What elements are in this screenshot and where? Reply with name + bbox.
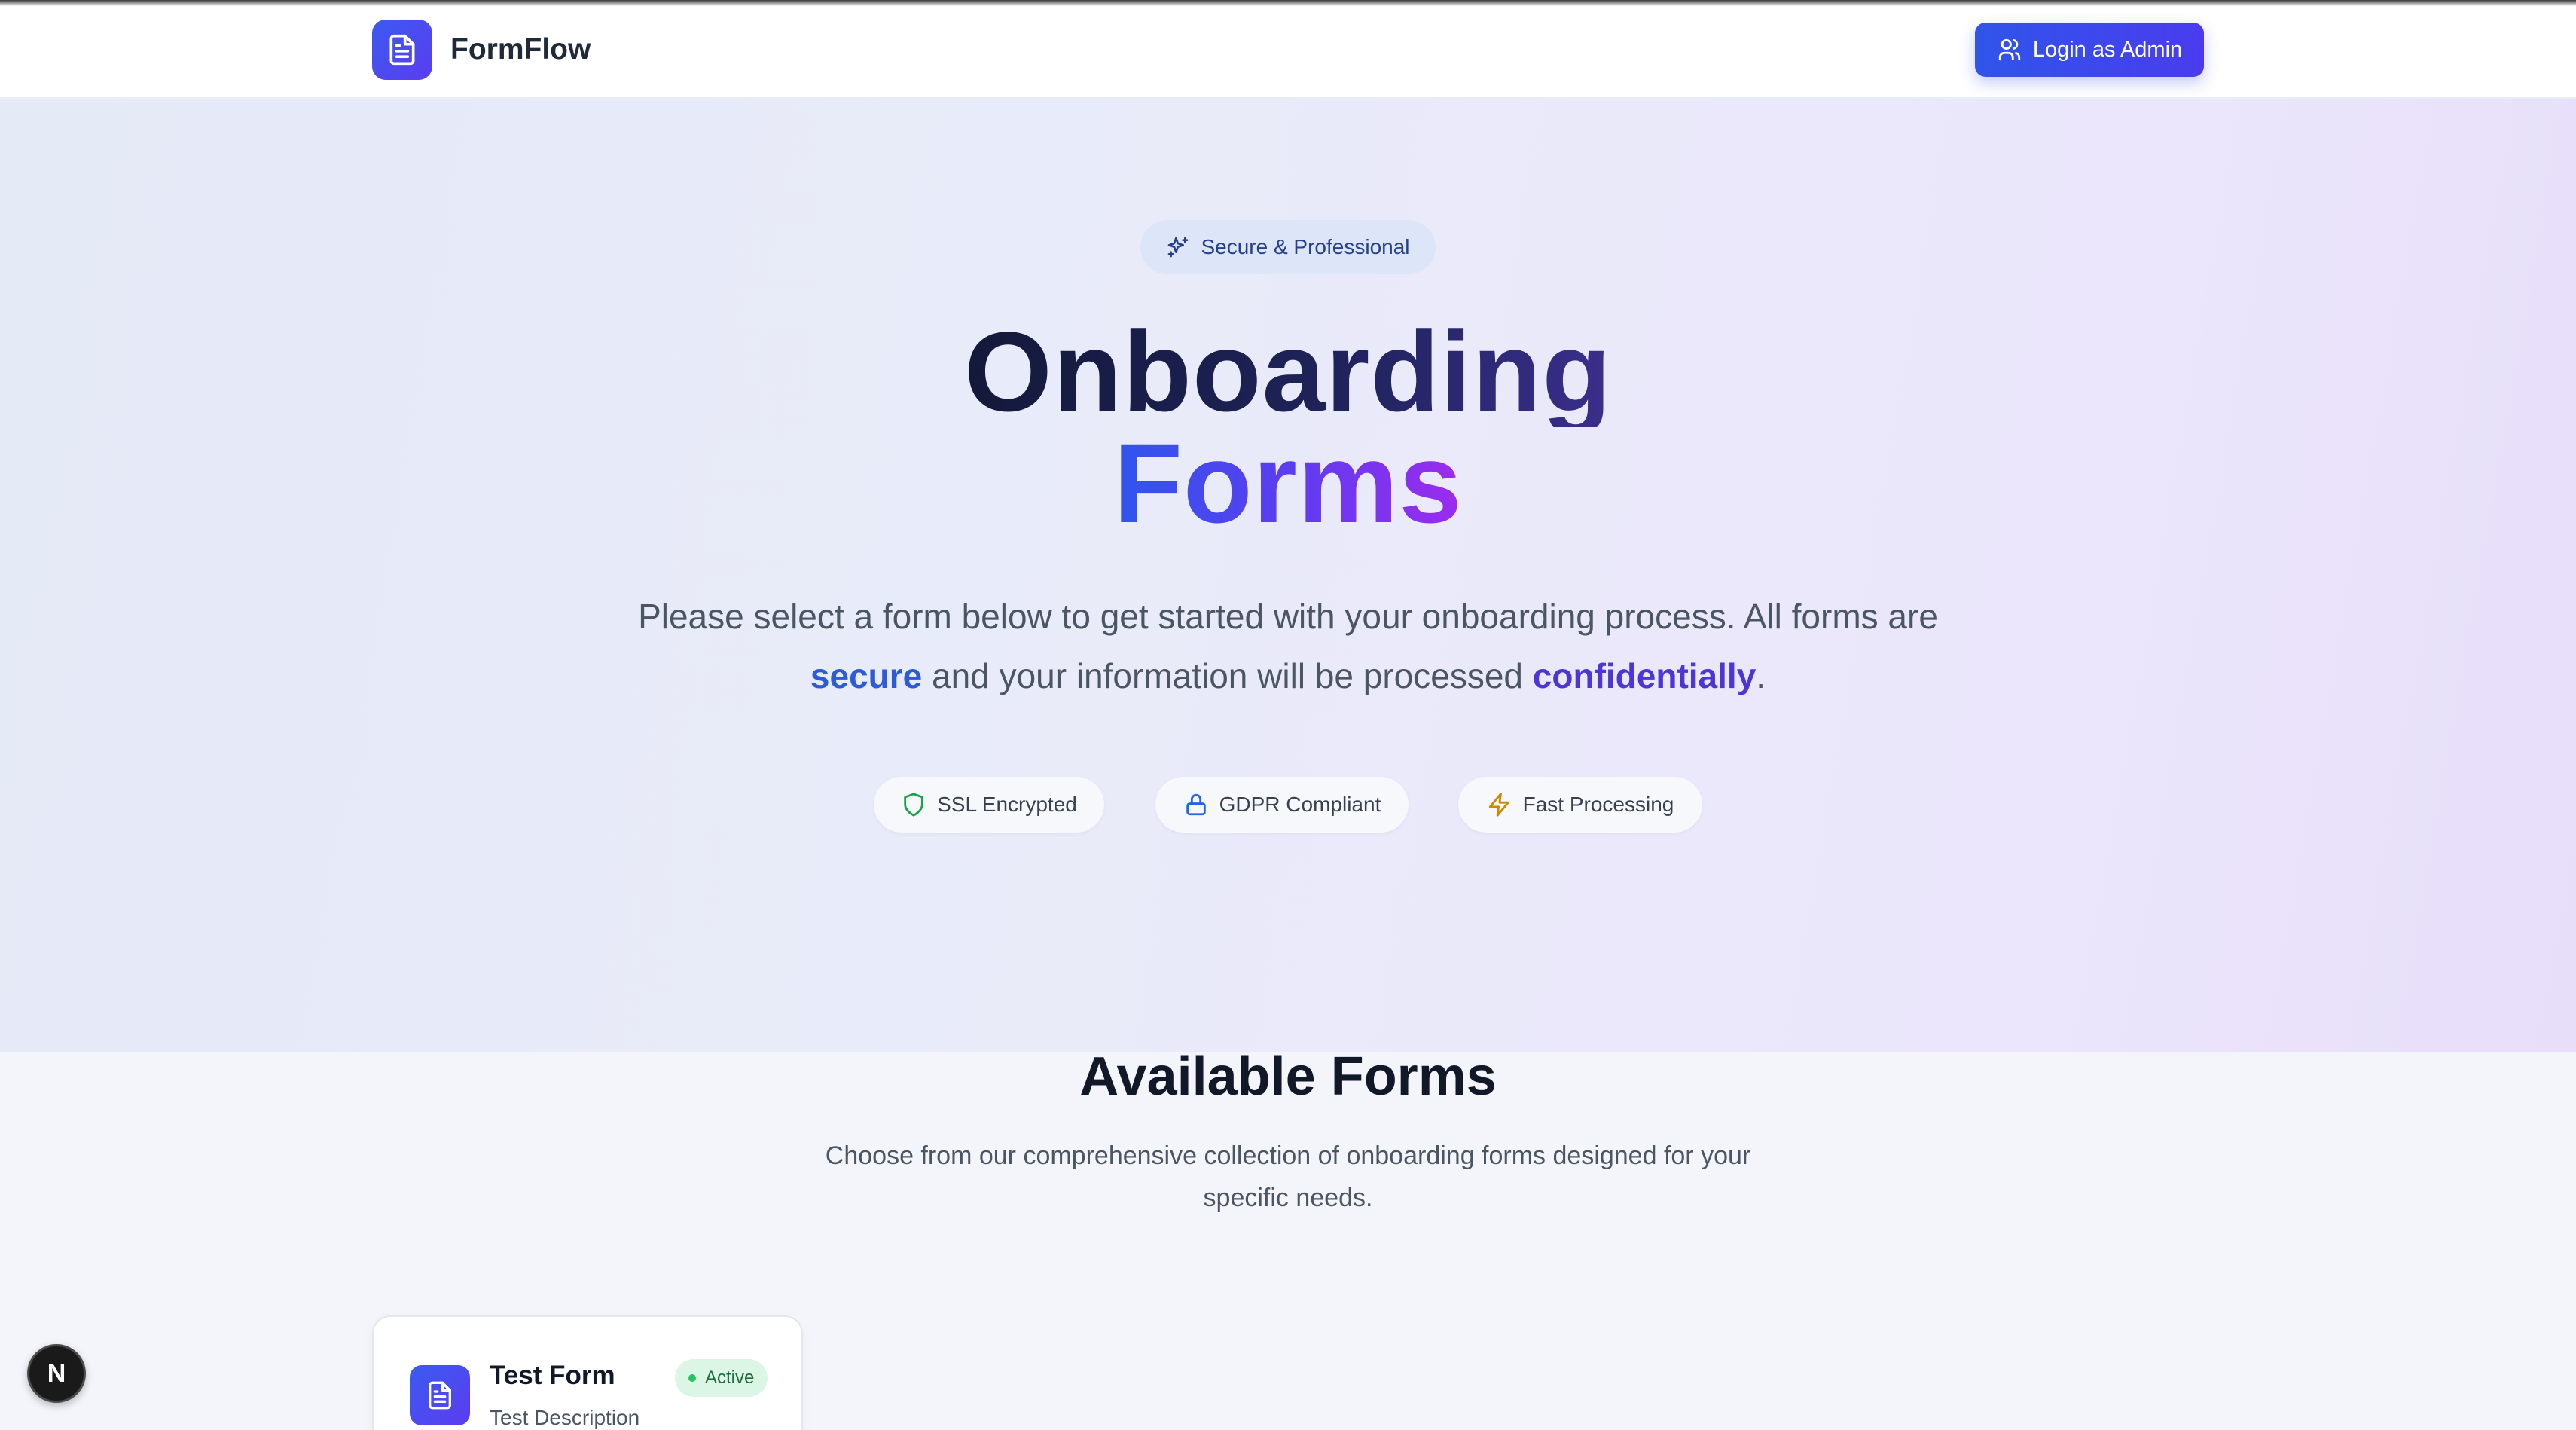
- dev-indicator-label: N: [47, 1358, 66, 1388]
- hero-subtitle-text: and your information will be processed: [922, 656, 1533, 695]
- status-dot: [688, 1374, 696, 1382]
- form-card-title: Test Form: [490, 1361, 615, 1390]
- window-top-shadow: [0, 0, 2576, 6]
- badge-label: Secure & Professional: [1201, 235, 1410, 258]
- document-icon: [372, 20, 432, 80]
- sparkles-icon: [1166, 235, 1190, 259]
- available-forms-subtitle: Choose from our comprehensive collection…: [825, 1141, 1751, 1212]
- document-icon: [410, 1365, 470, 1425]
- hero-subtitle-text: .: [1756, 656, 1766, 695]
- brand[interactable]: FormFlow: [372, 20, 591, 80]
- secure-badge: Secure & Professional: [1140, 220, 1436, 274]
- login-as-admin-button[interactable]: Login as Admin: [1975, 23, 2204, 77]
- feature-pill-gdpr: GDPR Compliant: [1155, 777, 1409, 833]
- form-card[interactable]: Test Form Active Test Description: [372, 1315, 803, 1430]
- lightning-icon: [1487, 792, 1512, 817]
- status-label: Active: [705, 1367, 755, 1388]
- available-forms-title: Available Forms: [1079, 1047, 1497, 1107]
- hero-title-line2: Forms: [1113, 420, 1463, 546]
- hero-title: Onboarding Forms: [0, 308, 2576, 546]
- status-badge: Active: [675, 1359, 768, 1397]
- login-button-label: Login as Admin: [2032, 37, 2183, 62]
- brand-name: FormFlow: [450, 33, 591, 66]
- form-card-description: Test Description: [490, 1406, 640, 1429]
- lock-icon: [1183, 792, 1209, 817]
- feature-label: Fast Processing: [1522, 793, 1674, 816]
- dev-indicator-button[interactable]: N: [27, 1344, 86, 1403]
- users-icon: [1997, 37, 2022, 63]
- feature-label: SSL Encrypted: [937, 793, 1077, 816]
- top-navbar: FormFlow Login as Admin: [0, 0, 2576, 99]
- hero-subtitle: Please select a form below to get starte…: [610, 587, 1966, 706]
- hero-title-line1: Onboarding: [964, 308, 1612, 435]
- hero-section: Secure & Professional Onboarding Forms P…: [0, 99, 2576, 1052]
- feature-pill-ssl: SSL Encrypted: [874, 777, 1104, 833]
- hero-subtitle-highlight-confidentially: confidentially: [1532, 656, 1757, 695]
- hero-subtitle-highlight-secure: secure: [810, 656, 923, 695]
- feature-pill-fast: Fast Processing: [1458, 777, 1702, 833]
- shield-icon: [901, 792, 926, 817]
- feature-label: GDPR Compliant: [1219, 793, 1381, 816]
- hero-subtitle-text: Please select a form below to get starte…: [638, 597, 1938, 636]
